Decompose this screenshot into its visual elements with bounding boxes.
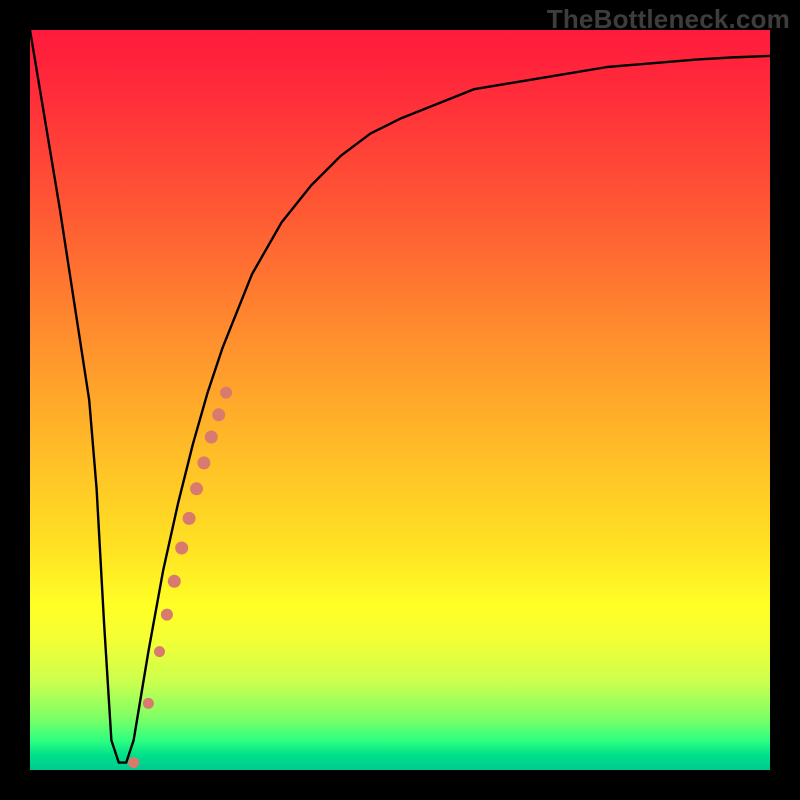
data-point [183,512,196,525]
data-point [168,575,181,588]
data-point [205,431,218,444]
data-point [128,757,139,768]
data-point [212,408,225,421]
data-point [161,609,173,621]
data-point [143,698,154,709]
chart-svg [30,30,770,770]
data-point [190,482,203,495]
data-point [154,646,165,657]
watermark-text: TheBottleneck.com [547,4,790,35]
data-point [220,387,232,399]
data-point [175,542,188,555]
marker-group [128,387,232,768]
bottleneck-curve-path [30,30,770,763]
curve-group [30,30,770,763]
plot-area [30,30,770,770]
data-point [197,456,210,469]
chart-frame: TheBottleneck.com [0,0,800,800]
